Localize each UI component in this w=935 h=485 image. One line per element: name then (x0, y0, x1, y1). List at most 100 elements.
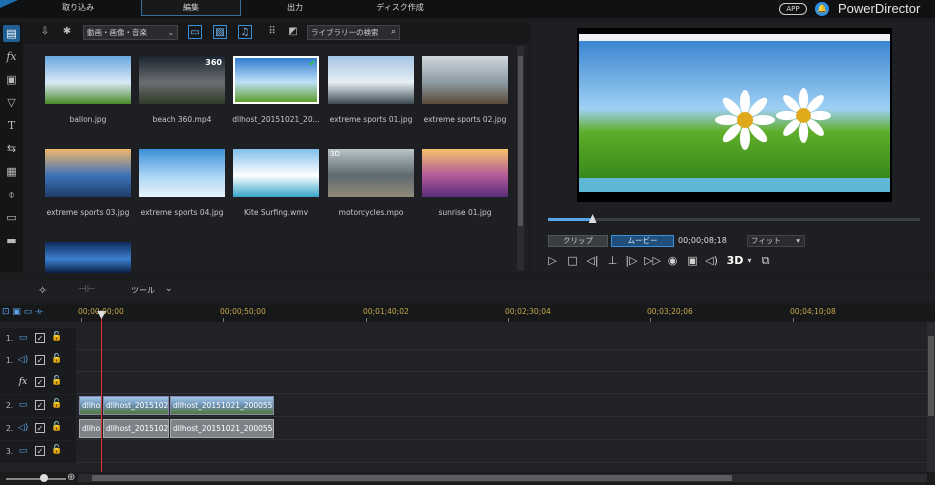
library-scrollbar-thumb[interactable] (518, 56, 523, 226)
plugin-icon[interactable]: ✱ (60, 25, 74, 39)
snapshot-icon[interactable]: ◉ (665, 253, 680, 268)
tab-capture[interactable]: 取り込み (18, 0, 138, 16)
play-icon[interactable]: ▷ (545, 253, 560, 268)
lock-icon[interactable]: 🔓 (51, 354, 62, 364)
track-number: 1. (6, 356, 14, 365)
lock-icon[interactable]: 🔓 (51, 399, 62, 409)
particle-room-icon[interactable]: ▽ (3, 94, 20, 111)
logo-icon (0, 0, 18, 8)
video-clip[interactable]: dllhost (79, 396, 102, 415)
timeline-horizontal-scrollbar-thumb[interactable] (92, 475, 732, 481)
thumbnail-size-icon[interactable]: ◩ (286, 25, 300, 39)
app-button[interactable]: APP (779, 3, 807, 15)
audio-track-icon: ◁) (17, 423, 29, 433)
track-view-icon[interactable]: ⊡ ▣ ▭ ⟛ (2, 307, 43, 317)
split-clip-icon[interactable]: ⊣⊢ (78, 284, 95, 295)
voice-over-icon[interactable]: ⌽ (3, 186, 20, 203)
next-frame-icon[interactable]: |▷ (624, 253, 639, 268)
media-item[interactable]: extreme sports 01.jpg (328, 56, 414, 146)
track-enable-checkbox[interactable]: ✓ (35, 423, 45, 433)
movie-mode-button[interactable]: ムービー (611, 235, 674, 247)
room-toolbar: ▤ fx ▣ ▽ T ⇆ ▦ ⌽ ▭ ▬ (0, 22, 23, 272)
lock-icon[interactable]: 🔓 (51, 422, 62, 432)
search-icon[interactable]: ⌕ (391, 26, 396, 39)
track-header: 3. ▭ ✓ 🔓 (0, 441, 76, 463)
track-row[interactable]: 1. ◁) ✓ 🔓 (0, 350, 927, 372)
media-item[interactable]: extreme sports 02.jpg (422, 56, 508, 146)
zoom-fit-select[interactable]: フィット ▾ (747, 235, 805, 247)
video-clip[interactable]: dllhost_20151021_2000555W (170, 396, 274, 415)
magic-tools-icon[interactable]: ✧ (38, 284, 47, 297)
media-item[interactable]: extreme sports 03.jpg (45, 149, 131, 239)
audio-mixing-icon[interactable]: ▦ (3, 163, 20, 180)
media-room-icon[interactable]: ▤ (3, 25, 20, 42)
timeline-zoom-knob[interactable] (40, 474, 48, 482)
notification-bell-icon[interactable]: 🔔 (815, 2, 829, 16)
lock-icon[interactable]: 🔓 (51, 332, 62, 342)
chapter-room-icon[interactable]: ▭ (3, 209, 20, 226)
library-search-input[interactable]: ライブラリーの検索 ⌕ (307, 25, 400, 40)
undock-icon[interactable]: ⧉ (758, 253, 773, 268)
grid-view-icon[interactable]: ⠿ (265, 25, 279, 39)
tools-menu[interactable]: ツール (131, 285, 155, 296)
tab-produce[interactable]: 出力 (245, 0, 345, 16)
audio-clip[interactable]: dllhost_20151021_2000555W (170, 419, 274, 438)
lock-icon[interactable]: 🔓 (51, 445, 62, 455)
effect-room-icon[interactable]: fx (3, 48, 20, 65)
track-enable-checkbox[interactable]: ✓ (35, 333, 45, 343)
media-item[interactable]: extreme sports 04.jpg (139, 149, 225, 239)
ruler-label: 00;03;20;06 (647, 307, 693, 316)
video-track-icon: ▭ (18, 446, 28, 456)
timecode-display[interactable]: 00;00;08;18 (678, 235, 743, 247)
track-row[interactable]: fx ✓ 🔓 (0, 372, 927, 394)
media-item[interactable]: Kite Surfing.wmv (233, 149, 319, 239)
image-filter-icon[interactable]: ▨ (213, 25, 227, 39)
zoom-in-icon[interactable]: ⊕ (67, 472, 75, 483)
in-use-check-icon: ✔ (308, 59, 316, 69)
chevron-down-icon[interactable]: ⌄ (165, 284, 173, 294)
media-thumbnail: 360 (139, 56, 225, 104)
tab-create-disc[interactable]: ディスク作成 (350, 0, 450, 16)
media-thumbnail (139, 149, 225, 197)
chevron-down-icon[interactable]: ▾ (742, 253, 757, 268)
media-thumbnail (422, 56, 508, 104)
track-enable-checkbox[interactable]: ✓ (35, 355, 45, 365)
previous-frame-icon[interactable]: ◁| (585, 253, 600, 268)
video-filter-icon[interactable]: ▭ (188, 25, 202, 39)
preview-quality-icon[interactable]: ▣ (685, 253, 700, 268)
transition-room-icon[interactable]: ⇆ (3, 140, 20, 157)
track-header: fx ✓ 🔓 (0, 372, 76, 394)
track-enable-checkbox[interactable]: ✓ (35, 446, 45, 456)
split-icon[interactable]: ⊥ (605, 253, 620, 268)
subtitle-room-icon[interactable]: ▬ (3, 232, 20, 249)
media-item-label: motorcycles.mpo (338, 208, 404, 217)
clip-mode-button[interactable]: クリップ (548, 235, 608, 247)
timeline-vertical-scrollbar-thumb[interactable] (928, 336, 934, 416)
lock-icon[interactable]: 🔓 (51, 376, 62, 386)
video-clip[interactable]: dllhost_2015102 (103, 396, 169, 415)
stop-icon[interactable]: □ (565, 253, 580, 268)
track-row[interactable]: 1. ▭ ✓ 🔓 (0, 328, 927, 350)
media-item[interactable]: ballon.jpg (45, 56, 131, 146)
track-row[interactable]: 3. ▭ ✓ 🔓 (0, 441, 927, 463)
media-item[interactable]: ✔ dllhost_20151021_20... (232, 56, 320, 146)
import-icon[interactable]: ⇩ (38, 25, 52, 39)
preview-scrubber[interactable] (548, 218, 920, 221)
volume-icon[interactable]: ◁) (704, 253, 719, 268)
fast-forward-icon[interactable]: ▷▷ (644, 253, 661, 268)
playhead[interactable] (101, 312, 102, 472)
media-item[interactable]: 360 beach 360.mp4 (139, 56, 225, 146)
music-filter-icon[interactable]: ♫ (238, 25, 252, 39)
title-room-icon[interactable]: T (3, 117, 20, 134)
audio-clip[interactable]: dllho (79, 419, 102, 438)
track-enable-checkbox[interactable]: ✓ (35, 400, 45, 410)
media-filter-select[interactable]: 動画・画像・音楽 ⌄ (83, 25, 178, 40)
pip-room-icon[interactable]: ▣ (3, 71, 20, 88)
tab-edit[interactable]: 編集 (141, 0, 241, 16)
media-item[interactable]: sunrise 01.jpg (422, 149, 508, 239)
timeline-zoom-slider[interactable] (6, 478, 66, 480)
track-number: 2. (6, 424, 14, 433)
track-enable-checkbox[interactable]: ✓ (35, 377, 45, 387)
media-item[interactable]: 3D motorcycles.mpo (328, 149, 414, 239)
audio-clip[interactable]: dllhost_2015102 (103, 419, 169, 438)
